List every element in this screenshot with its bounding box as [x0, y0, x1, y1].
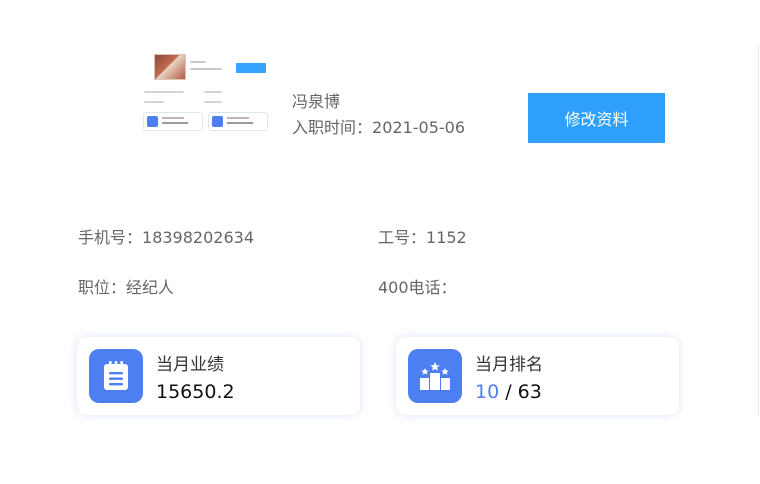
entry-date: 入职时间：2021-05-06 — [292, 118, 465, 138]
monthly-ranking-card: 当月排名 10 / 63 — [396, 337, 679, 415]
ranking-position: 10 — [475, 381, 500, 403]
preview-card — [208, 112, 268, 131]
performance-value: 15650.2 — [156, 381, 235, 403]
preview-edit-button — [236, 63, 266, 73]
employee-name: 冯泉博 — [292, 92, 341, 111]
job-number-row: 工号：1152 — [378, 228, 467, 248]
preview-photo — [154, 54, 186, 80]
performance-label: 当月业绩 — [156, 355, 224, 375]
tel400-label: 400电话： — [378, 278, 457, 297]
podium-icon — [408, 349, 462, 403]
monthly-performance-card: 当月业绩 15650.2 — [77, 337, 360, 415]
entry-date-label: 入职时间： — [292, 118, 373, 137]
ranking-separator: / — [499, 381, 518, 403]
profile-preview-thumbnail — [138, 48, 274, 140]
notepad-icon — [89, 349, 143, 403]
job-number-label: 工号： — [378, 228, 427, 247]
right-divider — [758, 45, 759, 417]
position-row: 职位：经纪人 — [78, 278, 174, 298]
ranking-total: 63 — [517, 381, 542, 403]
ranking-label: 当月排名 — [475, 355, 543, 375]
position-value: 经纪人 — [126, 278, 175, 297]
phone-value: 18398202634 — [142, 228, 254, 247]
edit-profile-button[interactable]: 修改资料 — [528, 93, 665, 143]
phone-row: 手机号：18398202634 — [78, 228, 254, 248]
position-label: 职位： — [78, 278, 127, 297]
phone-label: 手机号： — [78, 228, 143, 247]
preview-card — [143, 112, 203, 131]
job-number-value: 1152 — [426, 228, 467, 247]
entry-date-value: 2021-05-06 — [372, 118, 465, 137]
tel400-row: 400电话： — [378, 278, 457, 298]
ranking-value: 10 / 63 — [475, 381, 542, 403]
